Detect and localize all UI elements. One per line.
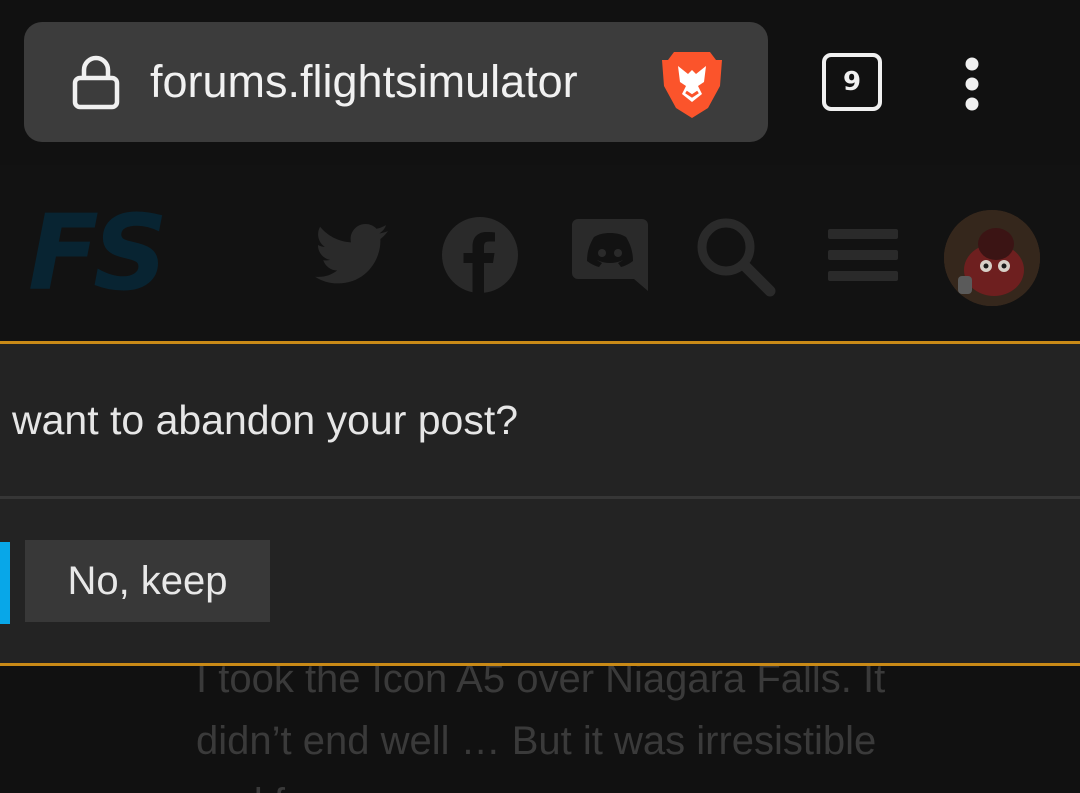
search-icon[interactable] (694, 215, 778, 299)
keep-post-button[interactable]: No, keep (25, 540, 270, 622)
url-text[interactable]: forums.flightsimulator (150, 52, 578, 112)
dialog-divider (0, 496, 1080, 499)
focus-indicator (0, 542, 10, 624)
user-avatar[interactable] (944, 210, 1040, 306)
post-text-line: I took the Icon A5 over Niagara Falls. I… (196, 665, 886, 701)
address-bar[interactable]: forums.flightsimulator (24, 22, 768, 142)
discord-icon[interactable] (570, 215, 650, 295)
brave-lion-icon[interactable] (658, 48, 726, 120)
site-logo[interactable]: FS (28, 193, 168, 313)
twitter-icon[interactable] (312, 215, 392, 295)
hamburger-menu-icon[interactable] (826, 215, 900, 295)
more-vert-icon[interactable] (950, 50, 994, 118)
post-text-line: and fun (196, 777, 329, 793)
site-header: FS (0, 165, 1080, 342)
browser-toolbar: forums.flightsimulator 9 (0, 0, 1080, 165)
avatar-image (944, 210, 1040, 306)
lock-icon (72, 55, 120, 110)
dialog-message: want to abandon your post? (12, 397, 519, 443)
abandon-post-dialog: want to abandon your post? No, keep (0, 341, 1080, 666)
post-text-line: didn’t end well … But it was irresistibl… (196, 719, 877, 763)
tabs-button[interactable]: 9 (822, 53, 882, 111)
facebook-icon[interactable] (440, 215, 520, 295)
background-post: I took the Icon A5 over Niagara Falls. I… (0, 665, 1080, 793)
